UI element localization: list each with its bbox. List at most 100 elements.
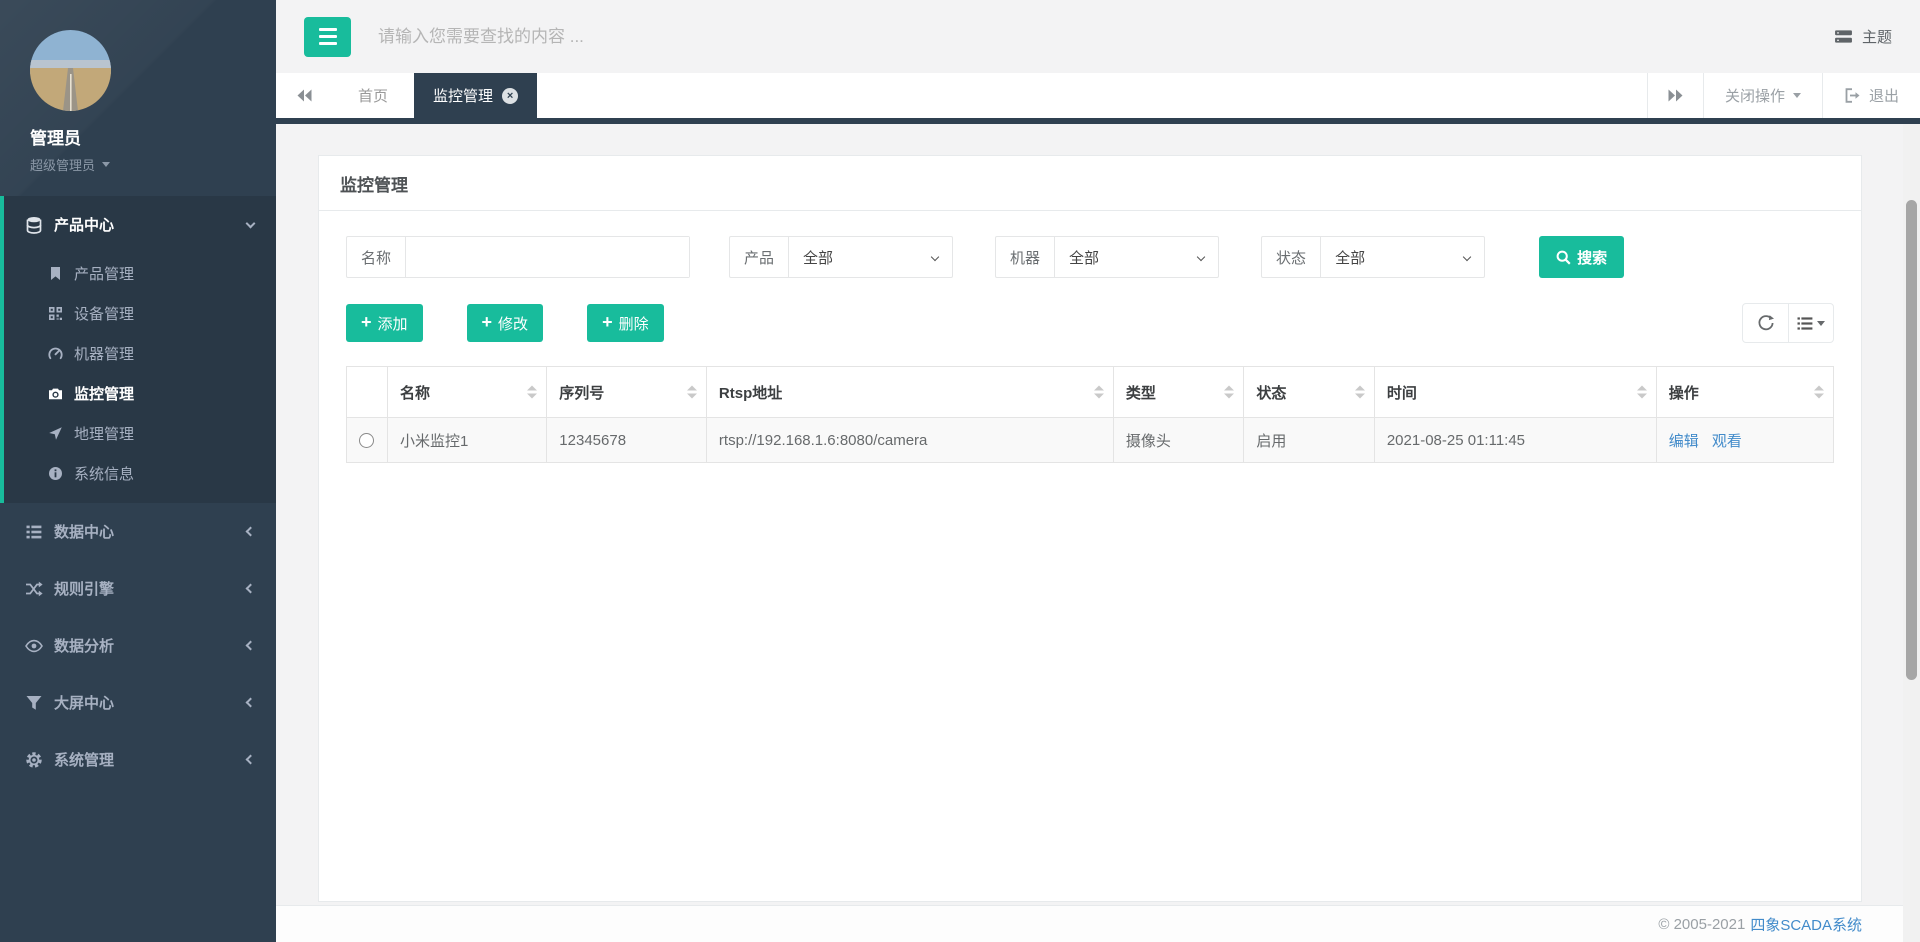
logout-button[interactable]: 退出 <box>1822 73 1920 118</box>
sidebar-item-bigscreen-center[interactable]: 大屏中心 <box>0 674 276 731</box>
sidebar-item-label: 机器管理 <box>74 343 134 364</box>
tab-monitor-management[interactable]: 监控管理 × <box>414 73 537 118</box>
sidebar-item-geo-management[interactable]: 地理管理 <box>4 413 276 453</box>
search-button[interactable]: 搜索 <box>1539 236 1624 278</box>
product-filter-group: 产品 全部 <box>729 236 953 278</box>
location-arrow-icon <box>48 426 63 441</box>
column-header-operations[interactable]: 操作 <box>1656 367 1833 418</box>
sidebar-item-system-management[interactable]: 系统管理 <box>0 731 276 788</box>
sort-arrows-icon <box>1094 386 1104 399</box>
sort-arrows-icon <box>1224 386 1234 399</box>
magnifier-icon <box>1556 250 1571 265</box>
gear-icon <box>25 751 43 769</box>
sidebar-item-device-management[interactable]: 设备管理 <box>4 293 276 333</box>
product-filter-select[interactable]: 全部 <box>788 237 952 277</box>
sidebar-item-system-info[interactable]: 系统信息 <box>4 453 276 493</box>
refresh-button[interactable] <box>1743 304 1788 342</box>
brand-link[interactable]: 四象SCADA系统 <box>1750 914 1862 935</box>
user-profile: 管理员 超级管理员 <box>0 0 276 196</box>
column-header-status[interactable]: 状态 <box>1244 367 1374 418</box>
sidebar-item-label: 系统管理 <box>54 749 247 770</box>
table-header-row: 名称 序列号 Rtsp地址 类型 状态 时间 <box>347 367 1834 418</box>
name-filter-group: 名称 <box>346 236 690 278</box>
search-input[interactable] <box>378 27 1834 47</box>
sidebar-item-label: 地理管理 <box>74 423 134 444</box>
plus-icon: + <box>602 313 613 331</box>
sidebar-item-label: 监控管理 <box>74 383 134 404</box>
gauge-icon <box>48 346 63 361</box>
cell-serial: 12345678 <box>547 418 707 463</box>
delete-button[interactable]: + 删除 <box>587 304 664 342</box>
edit-link[interactable]: 编辑 <box>1669 433 1699 450</box>
chevron-down-icon <box>1197 253 1205 261</box>
sidebar-item-label: 产品管理 <box>74 263 134 284</box>
sidebar-item-product-management[interactable]: 产品管理 <box>4 253 276 293</box>
cell-operations: 编辑 观看 <box>1656 418 1833 463</box>
status-filter-select[interactable]: 全部 <box>1320 237 1484 277</box>
sort-arrows-icon <box>1637 386 1647 399</box>
modify-button-label: 修改 <box>498 313 528 334</box>
column-header-serial[interactable]: 序列号 <box>547 367 707 418</box>
row-radio-button[interactable] <box>359 433 374 448</box>
camera-icon <box>48 386 63 401</box>
sidebar: 管理员 超级管理员 产品中心 <box>0 0 276 942</box>
tab-home[interactable]: 首页 <box>332 73 414 118</box>
sidebar-item-monitor-management[interactable]: 监控管理 <box>4 373 276 413</box>
plus-icon: + <box>361 313 372 331</box>
app-window: 管理员 超级管理员 产品中心 <box>0 0 1920 942</box>
chevron-down-icon <box>246 218 256 228</box>
status-filter-value: 全部 <box>1335 247 1365 268</box>
machine-filter-select[interactable]: 全部 <box>1054 237 1218 277</box>
product-filter-label: 产品 <box>730 237 788 277</box>
name-filter-input[interactable] <box>405 237 689 277</box>
sidebar-item-data-center[interactable]: 数据中心 <box>0 503 276 560</box>
add-button[interactable]: + 添加 <box>346 304 423 342</box>
tab-label: 首页 <box>358 85 388 106</box>
view-link[interactable]: 观看 <box>1712 433 1742 450</box>
cell-type: 摄像头 <box>1113 418 1243 463</box>
modify-button[interactable]: + 修改 <box>467 304 544 342</box>
column-header-type[interactable]: 类型 <box>1113 367 1243 418</box>
sort-arrows-icon <box>527 386 537 399</box>
sidebar-item-data-analysis[interactable]: 数据分析 <box>0 617 276 674</box>
sidebar-toggle-button[interactable] <box>304 17 351 57</box>
caret-down-icon <box>1817 321 1825 326</box>
chevron-left-icon <box>246 698 256 708</box>
sort-arrows-icon <box>687 386 697 399</box>
eye-icon <box>25 637 43 655</box>
sidebar-item-label: 规则引擎 <box>54 578 247 599</box>
logout-label: 退出 <box>1869 85 1899 106</box>
search-button-label: 搜索 <box>1577 247 1607 268</box>
tabs-scroll-right-button[interactable] <box>1647 73 1703 118</box>
columns-button[interactable] <box>1788 304 1833 342</box>
user-role-label: 超级管理员 <box>30 155 95 174</box>
column-header-rtsp[interactable]: Rtsp地址 <box>706 367 1113 418</box>
column-header-name[interactable]: 名称 <box>387 367 546 418</box>
close-operations-dropdown[interactable]: 关闭操作 <box>1703 73 1822 118</box>
column-header-time[interactable]: 时间 <box>1374 367 1656 418</box>
add-button-label: 添加 <box>378 313 408 334</box>
tab-bar-spacer <box>537 73 1647 118</box>
chevron-left-icon <box>246 584 256 594</box>
theme-button[interactable]: 主题 <box>1834 26 1892 47</box>
tabs-scroll-left-button[interactable] <box>276 73 332 118</box>
topbar: 主题 <box>276 0 1920 73</box>
sidebar-item-product-center[interactable]: 产品中心 <box>4 196 276 253</box>
sidebar-item-label: 数据分析 <box>54 635 247 656</box>
hamburger-icon <box>319 28 337 31</box>
avatar[interactable] <box>30 30 111 111</box>
double-chevron-right-icon <box>1667 88 1684 103</box>
user-role-dropdown[interactable]: 超级管理员 <box>30 155 252 174</box>
status-filter-group: 状态 全部 <box>1261 236 1485 278</box>
scrollbar-track[interactable] <box>1903 124 1920 942</box>
action-row: + 添加 + 修改 + 删除 <box>346 303 1834 343</box>
info-circle-icon <box>48 466 63 481</box>
sidebar-nav: 产品中心 产品管理 <box>0 196 276 788</box>
sidebar-item-rule-engine[interactable]: 规则引擎 <box>0 560 276 617</box>
sort-arrows-icon <box>1814 386 1824 399</box>
double-chevron-left-icon <box>296 88 313 103</box>
sidebar-item-machine-management[interactable]: 机器管理 <box>4 333 276 373</box>
close-circle-icon[interactable]: × <box>502 88 518 104</box>
scrollbar-thumb[interactable] <box>1906 200 1917 680</box>
user-name: 管理员 <box>30 124 252 149</box>
